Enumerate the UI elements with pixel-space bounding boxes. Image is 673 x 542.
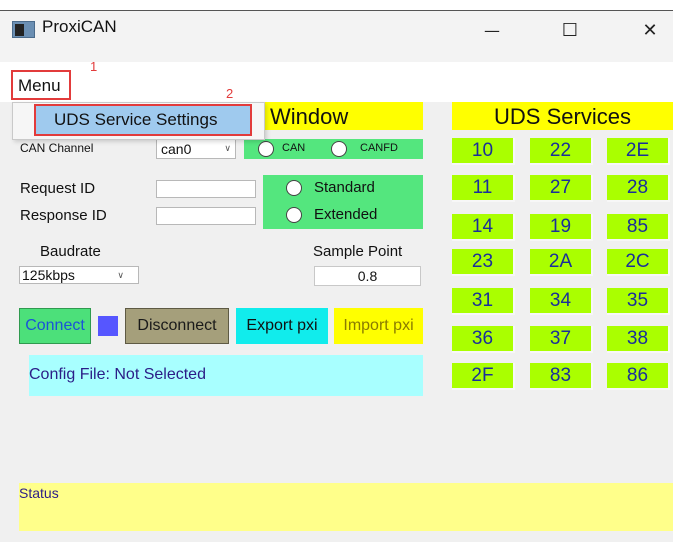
baudrate-value: 125kbps (22, 267, 75, 283)
uds-service-button[interactable]: 35 (607, 288, 670, 315)
uds-service-button[interactable]: 85 (607, 214, 670, 241)
can-radio[interactable] (258, 141, 274, 157)
sample-point-label: Sample Point (313, 243, 403, 260)
uds-service-button[interactable]: 28 (607, 175, 670, 202)
chevron-down-icon: ∨ (224, 143, 231, 153)
standard-radio[interactable] (286, 180, 302, 196)
config-file-status: Config File: Not Selected (29, 355, 423, 396)
chevron-down-icon: ∨ (117, 270, 124, 280)
request-id-input[interactable] (156, 180, 256, 198)
response-id-label: Response ID (20, 207, 107, 224)
uds-services-header: UDS Services (452, 102, 673, 130)
uds-service-button[interactable]: 31 (452, 288, 515, 315)
can-radio-label: CAN (282, 142, 306, 154)
response-id-input[interactable] (156, 207, 256, 225)
minimize-button[interactable]: — (472, 14, 512, 46)
can-channel-label: CAN Channel (20, 141, 94, 155)
uds-service-button[interactable]: 38 (607, 326, 670, 353)
uds-service-button[interactable]: 11 (452, 175, 515, 202)
uds-service-button[interactable]: 2F (452, 363, 515, 390)
import-pxi-button[interactable]: Import pxi (334, 308, 423, 344)
uds-service-button[interactable]: 19 (530, 214, 593, 241)
menu-button[interactable]: Menu (11, 70, 71, 100)
annotation-2: 2 (226, 86, 234, 101)
canfd-radio-label: CANFD (360, 142, 398, 154)
minimize-icon: — (484, 20, 500, 40)
uds-service-button[interactable]: 2C (607, 249, 670, 276)
uds-service-button[interactable]: 83 (530, 363, 593, 390)
uds-service-button[interactable]: 36 (452, 326, 515, 353)
canfd-radio[interactable] (331, 141, 347, 157)
uds-service-button[interactable]: 14 (452, 214, 515, 241)
uds-service-button[interactable]: 86 (607, 363, 670, 390)
close-button[interactable]: ✕ (630, 14, 670, 46)
sample-point-input[interactable]: 0.8 (314, 266, 421, 286)
uds-service-settings-menu-item[interactable]: UDS Service Settings (34, 104, 252, 136)
standard-radio-label: Standard (314, 179, 375, 196)
annotation-1: 1 (90, 59, 98, 74)
app-title: ProxiCAN (42, 17, 117, 36)
status-panel: Status (19, 483, 673, 531)
connect-button[interactable]: Connect (19, 308, 91, 344)
uds-service-button[interactable]: 2A (530, 249, 593, 276)
app-window-icon (12, 21, 35, 38)
can-channel-select[interactable]: can0 ∨ (156, 139, 236, 159)
baudrate-label: Baudrate (40, 243, 101, 260)
menu-bar (0, 62, 673, 102)
maximize-icon: ☐ (561, 19, 579, 41)
export-pxi-button[interactable]: Export pxi (236, 308, 328, 344)
close-icon: ✕ (642, 19, 658, 41)
maximize-button[interactable]: ☐ (550, 14, 590, 46)
connection-status-indicator (98, 316, 118, 336)
extended-radio[interactable] (286, 207, 302, 223)
uds-service-button[interactable]: 34 (530, 288, 593, 315)
extended-radio-label: Extended (314, 206, 378, 223)
config-window-header: Window (265, 102, 423, 130)
uds-service-button[interactable]: 22 (530, 138, 593, 165)
can-channel-value: can0 (161, 141, 192, 157)
baudrate-select[interactable]: 125kbps ∨ (19, 266, 139, 284)
uds-service-button[interactable]: 27 (530, 175, 593, 202)
uds-service-button[interactable]: 37 (530, 326, 593, 353)
disconnect-button[interactable]: Disconnect (125, 308, 229, 344)
uds-service-button[interactable]: 10 (452, 138, 515, 165)
uds-service-button[interactable]: 2E (607, 138, 670, 165)
uds-service-button[interactable]: 23 (452, 249, 515, 276)
request-id-label: Request ID (20, 180, 96, 197)
